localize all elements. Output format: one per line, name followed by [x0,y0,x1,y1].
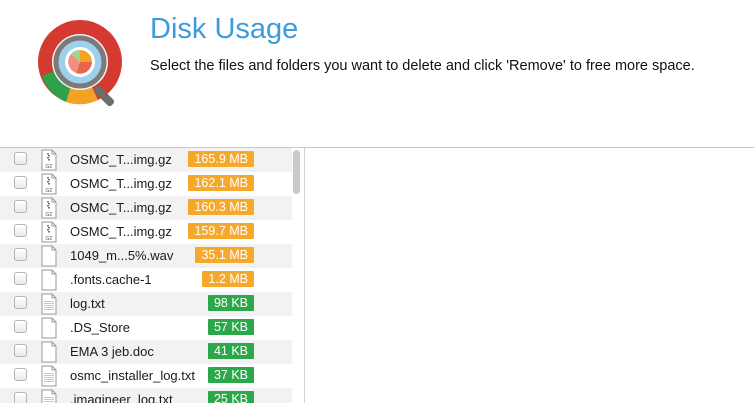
file-name: OSMC_T...img.gz [70,152,172,167]
file-size-badge: 98 KB [207,295,254,311]
select-checkbox[interactable] [14,176,27,189]
file-row[interactable]: GZ OSMC_T...img.gz 160.3 MB [0,196,292,220]
file-row[interactable]: osmc_installer_log.txt 37 KB [0,364,292,388]
gz-file-icon: GZ [41,149,57,171]
page-subtitle: Select the files and folders you want to… [150,58,695,74]
file-size-badge: 41 KB [207,343,254,359]
select-checkbox[interactable] [14,320,27,333]
file-icon [41,269,57,291]
file-size-badge: 162.1 MB [188,175,254,191]
file-name: osmc_installer_log.txt [70,368,195,383]
file-size-badge: 35.1 MB [195,247,254,263]
file-icon [41,245,57,267]
file-name: .DS_Store [70,320,130,335]
text-file-icon [41,365,57,387]
file-row[interactable]: GZ OSMC_T...img.gz 165.9 MB [0,148,292,172]
file-name: OSMC_T...img.gz [70,224,172,239]
file-size-badge: 1.2 MB [202,271,254,287]
file-size-badge: 25 KB [207,391,254,403]
file-row[interactable]: .fonts.cache-1 1.2 MB [0,268,292,292]
select-checkbox[interactable] [14,152,27,165]
select-checkbox[interactable] [14,368,27,381]
file-icon [41,317,57,339]
disk-usage-logo-icon [38,20,122,107]
file-ext-label: GZ [46,236,53,242]
header: Disk Usage Select the files and folders … [0,0,754,148]
detail-pane [305,148,754,403]
file-row[interactable]: GZ OSMC_T...img.gz 159.7 MB [0,220,292,244]
file-row[interactable]: GZ OSMC_T...img.gz 162.1 MB [0,172,292,196]
scrollbar-thumb[interactable] [293,150,300,194]
file-name: log.txt [70,296,105,311]
file-ext-label: GZ [46,188,53,194]
file-name: .imagineer_log.txt [70,392,173,403]
file-ext-label: GZ [46,164,53,170]
file-size-badge: 57 KB [207,319,254,335]
text-file-icon [41,389,57,403]
gz-file-icon: GZ [41,173,57,195]
file-size-badge: 159.7 MB [188,223,254,239]
select-checkbox[interactable] [14,296,27,309]
text-file-icon [41,293,57,315]
file-name: OSMC_T...img.gz [70,176,172,191]
file-icon [41,341,57,363]
gz-file-icon: GZ [41,221,57,243]
file-name: .fonts.cache-1 [70,272,152,287]
file-name: EMA 3 jeb.doc [70,344,154,359]
select-checkbox[interactable] [14,392,27,403]
file-list: GZ OSMC_T...img.gz 165.9 MB GZ OSMC_T...img.… [0,148,292,403]
file-row[interactable]: EMA 3 jeb.doc 41 KB [0,340,292,364]
file-row[interactable]: 1049_m...5%.wav 35.1 MB [0,244,292,268]
page-title: Disk Usage [150,13,299,45]
select-checkbox[interactable] [14,344,27,357]
select-checkbox[interactable] [14,200,27,213]
file-name: OSMC_T...img.gz [70,200,172,215]
gz-file-icon: GZ [41,197,57,219]
file-row[interactable]: .DS_Store 57 KB [0,316,292,340]
select-checkbox[interactable] [14,224,27,237]
file-row[interactable]: .imagineer_log.txt 25 KB [0,388,292,403]
select-checkbox[interactable] [14,248,27,261]
file-size-badge: 160.3 MB [188,199,254,215]
file-ext-label: GZ [46,212,53,218]
file-size-badge: 37 KB [207,367,254,383]
file-name: 1049_m...5%.wav [70,248,174,263]
select-checkbox[interactable] [14,272,27,285]
file-row[interactable]: log.txt 98 KB [0,292,292,316]
file-size-badge: 165.9 MB [188,151,254,167]
